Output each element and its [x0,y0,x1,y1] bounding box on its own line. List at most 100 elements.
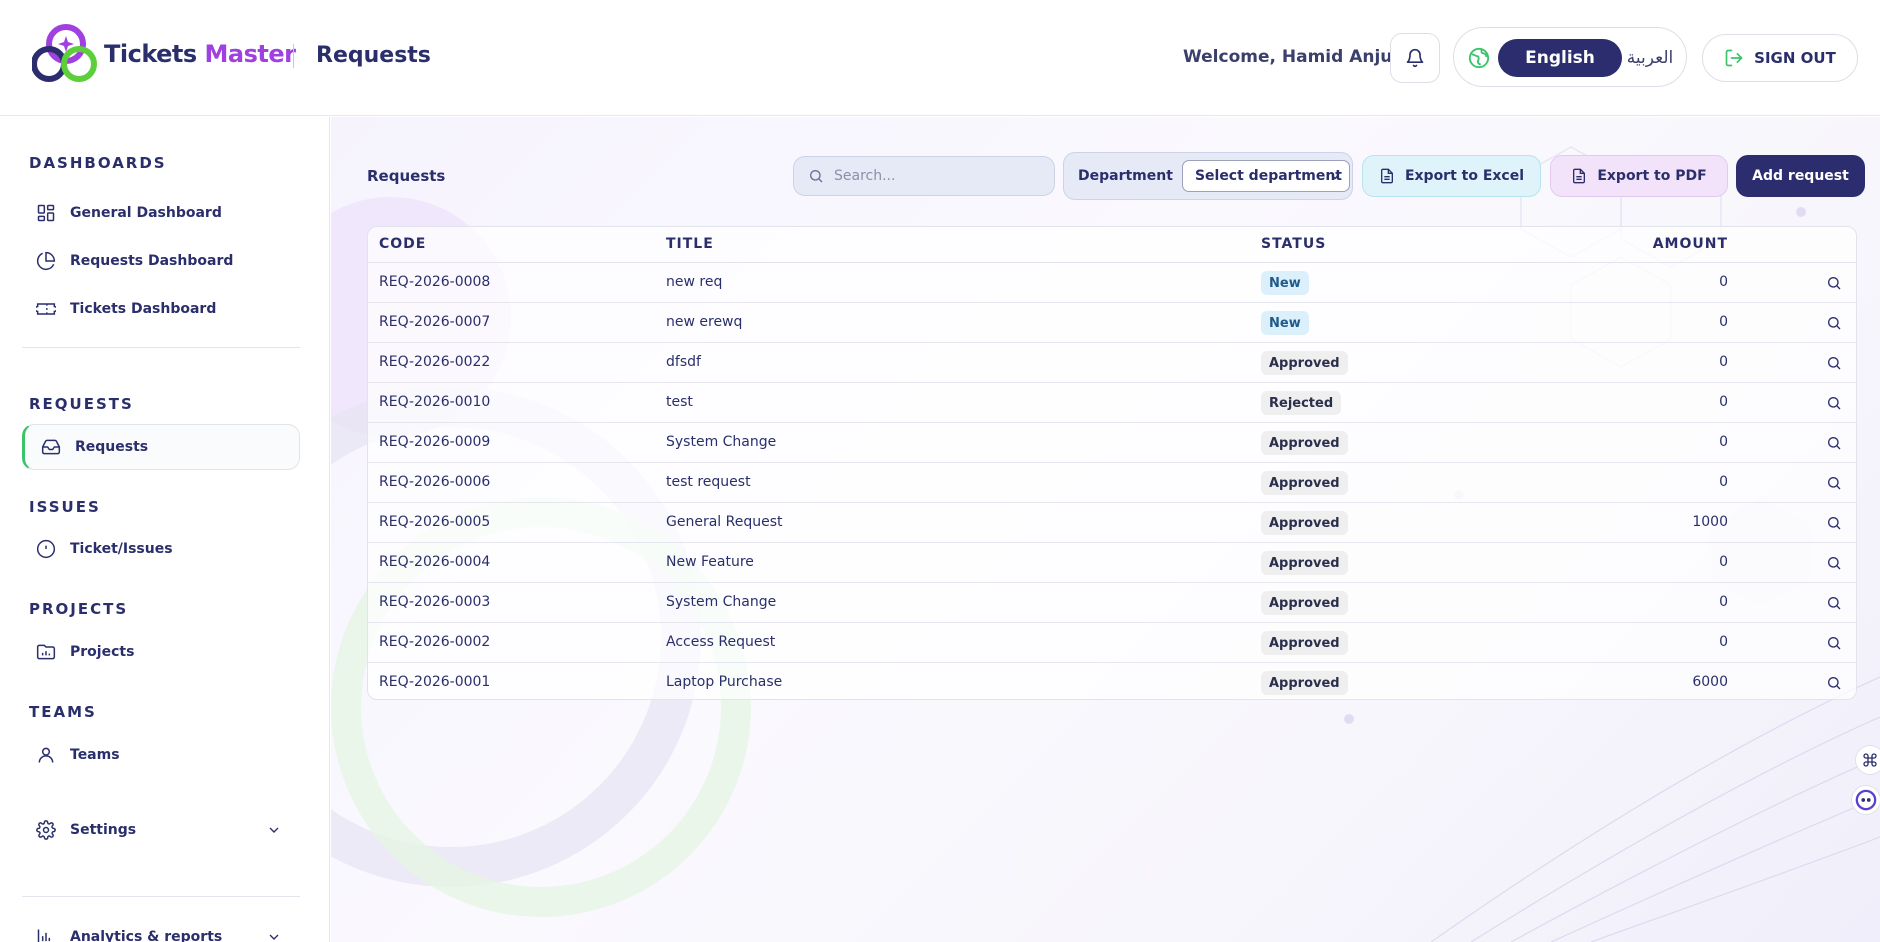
search-icon[interactable] [1826,475,1842,491]
column-header-code[interactable]: CODE [379,236,426,252]
column-header-status[interactable]: STATUS [1261,236,1326,252]
status-badge: Approved [1261,671,1348,695]
sidebar-item-requests-dashboard[interactable]: Requests Dashboard [22,240,300,282]
language-arabic-button[interactable]: العربية [1620,39,1680,77]
language-english-button[interactable]: English [1498,39,1622,77]
status-badge: New [1261,311,1309,335]
sidebar-item-label: General Dashboard [70,205,222,221]
chevron-down-icon [269,934,279,940]
search-icon[interactable] [1826,635,1842,651]
search-icon[interactable] [1826,395,1842,411]
table-row[interactable]: REQ-2026-0003 System Change Approved 0 [368,583,1856,623]
sidebar-item-teams[interactable]: Teams [22,734,300,776]
chevron-down-icon [1331,174,1339,180]
sidebar-divider [22,347,300,348]
table-header: CODE TITLE STATUS AMOUNT [368,227,1856,263]
sidebar-item-label: Projects [70,644,135,660]
sidebar-item-ticket-issues[interactable]: Ticket/Issues [22,528,300,570]
export-excel-label: Export to Excel [1404,168,1525,184]
cell-amount: 0 [1719,274,1728,290]
cell-amount: 0 [1719,634,1728,650]
cell-code: REQ-2026-0005 [379,514,491,530]
sidebar-item-analytics[interactable]: Analytics & reports [22,916,300,942]
chevron-down-icon [269,827,279,833]
gear-icon [36,820,56,840]
search-icon[interactable] [1826,595,1842,611]
cell-amount: 0 [1719,474,1728,490]
sidebar-item-projects[interactable]: Projects [22,631,300,673]
pie-chart-icon [36,251,56,271]
cell-amount: 0 [1719,594,1728,610]
file-icon [1573,168,1586,184]
table-row[interactable]: REQ-2026-0008 new req New 0 [368,263,1856,303]
department-label: Department [1078,168,1173,184]
cell-code: REQ-2026-0010 [379,394,491,410]
sign-out-label: SIGN OUT [1754,49,1836,67]
table-row[interactable]: REQ-2026-0001 Laptop Purchase Approved 6000 [368,663,1856,699]
sign-out-button[interactable]: SIGN OUT [1702,34,1858,82]
sidebar-item-requests[interactable]: Requests [22,424,300,470]
cell-title: test [666,394,693,410]
table-row[interactable]: REQ-2026-0010 test Rejected 0 [368,383,1856,423]
table-row[interactable]: REQ-2026-0009 System Change Approved 0 [368,423,1856,463]
sidebar-item-settings[interactable]: Settings [22,809,300,851]
assistant-button[interactable] [1851,785,1880,815]
cell-code: REQ-2026-0006 [379,474,491,490]
cell-code: REQ-2026-0007 [379,314,491,330]
sidebar-item-general-dashboard[interactable]: General Dashboard [22,192,300,234]
sidebar-divider [22,896,300,897]
cell-title: Access Request [666,634,776,650]
export-excel-button[interactable]: Export to Excel [1362,155,1541,197]
table-row[interactable]: REQ-2026-0002 Access Request Approved 0 [368,623,1856,663]
sidebar-item-label: Analytics & reports [70,929,223,942]
brand-main: Tickets [104,40,205,68]
table-row[interactable]: REQ-2026-0022 dfsdf Approved 0 [368,343,1856,383]
cell-title: System Change [666,594,777,610]
section-title-projects: PROJECTS [29,600,129,618]
cell-amount: 0 [1719,394,1728,410]
folder-chart-icon [36,644,56,660]
search-input[interactable] [834,168,1034,184]
notifications-button[interactable] [1390,33,1440,83]
search-icon[interactable] [1826,555,1842,571]
column-header-title[interactable]: TITLE [666,236,714,252]
status-badge: Approved [1261,551,1348,575]
cell-amount: 1000 [1692,514,1728,530]
cell-amount: 6000 [1692,674,1728,690]
search-icon[interactable] [1826,315,1842,331]
export-pdf-label: Export to PDF [1597,168,1707,184]
main-content: Requests Department Select department Ex… [331,117,1880,942]
cell-amount: 0 [1719,434,1728,450]
sidebar-item-tickets-dashboard[interactable]: Tickets Dashboard [22,288,300,330]
department-filter: Department Select department [1063,152,1353,200]
section-title-issues: ISSUES [29,498,101,516]
department-select[interactable]: Select department [1181,160,1350,192]
page-title: Requests [316,43,431,68]
search-icon[interactable] [1826,675,1842,691]
column-header-amount[interactable]: AMOUNT [1653,236,1728,252]
cell-title: New Feature [666,554,754,570]
cell-code: REQ-2026-0004 [379,554,491,570]
table-row[interactable]: REQ-2026-0007 new erewq New 0 [368,303,1856,343]
add-request-button[interactable]: Add request [1736,155,1865,197]
export-pdf-button[interactable]: Export to PDF [1550,155,1728,197]
search-box [793,156,1055,196]
table-row[interactable]: REQ-2026-0005 General Request Approved 1000 [368,503,1856,543]
content-title: Requests [367,167,446,185]
user-icon [38,747,54,763]
section-title-teams: TEAMS [29,703,97,721]
globe-icon [1468,47,1490,69]
cell-title: Laptop Purchase [666,674,783,690]
cell-code: REQ-2026-0009 [379,434,491,450]
search-icon[interactable] [1826,355,1842,371]
search-icon[interactable] [1826,435,1842,451]
section-title-requests: REQUESTS [29,395,134,413]
tickets-master-logo[interactable] [32,22,100,86]
search-icon[interactable] [1826,515,1842,531]
cell-amount: 0 [1719,314,1728,330]
ticket-icon [36,303,56,315]
search-icon[interactable] [1826,275,1842,291]
table-row[interactable]: REQ-2026-0006 test request Approved 0 [368,463,1856,503]
shortcut-button[interactable] [1855,745,1880,775]
table-row[interactable]: REQ-2026-0004 New Feature Approved 0 [368,543,1856,583]
